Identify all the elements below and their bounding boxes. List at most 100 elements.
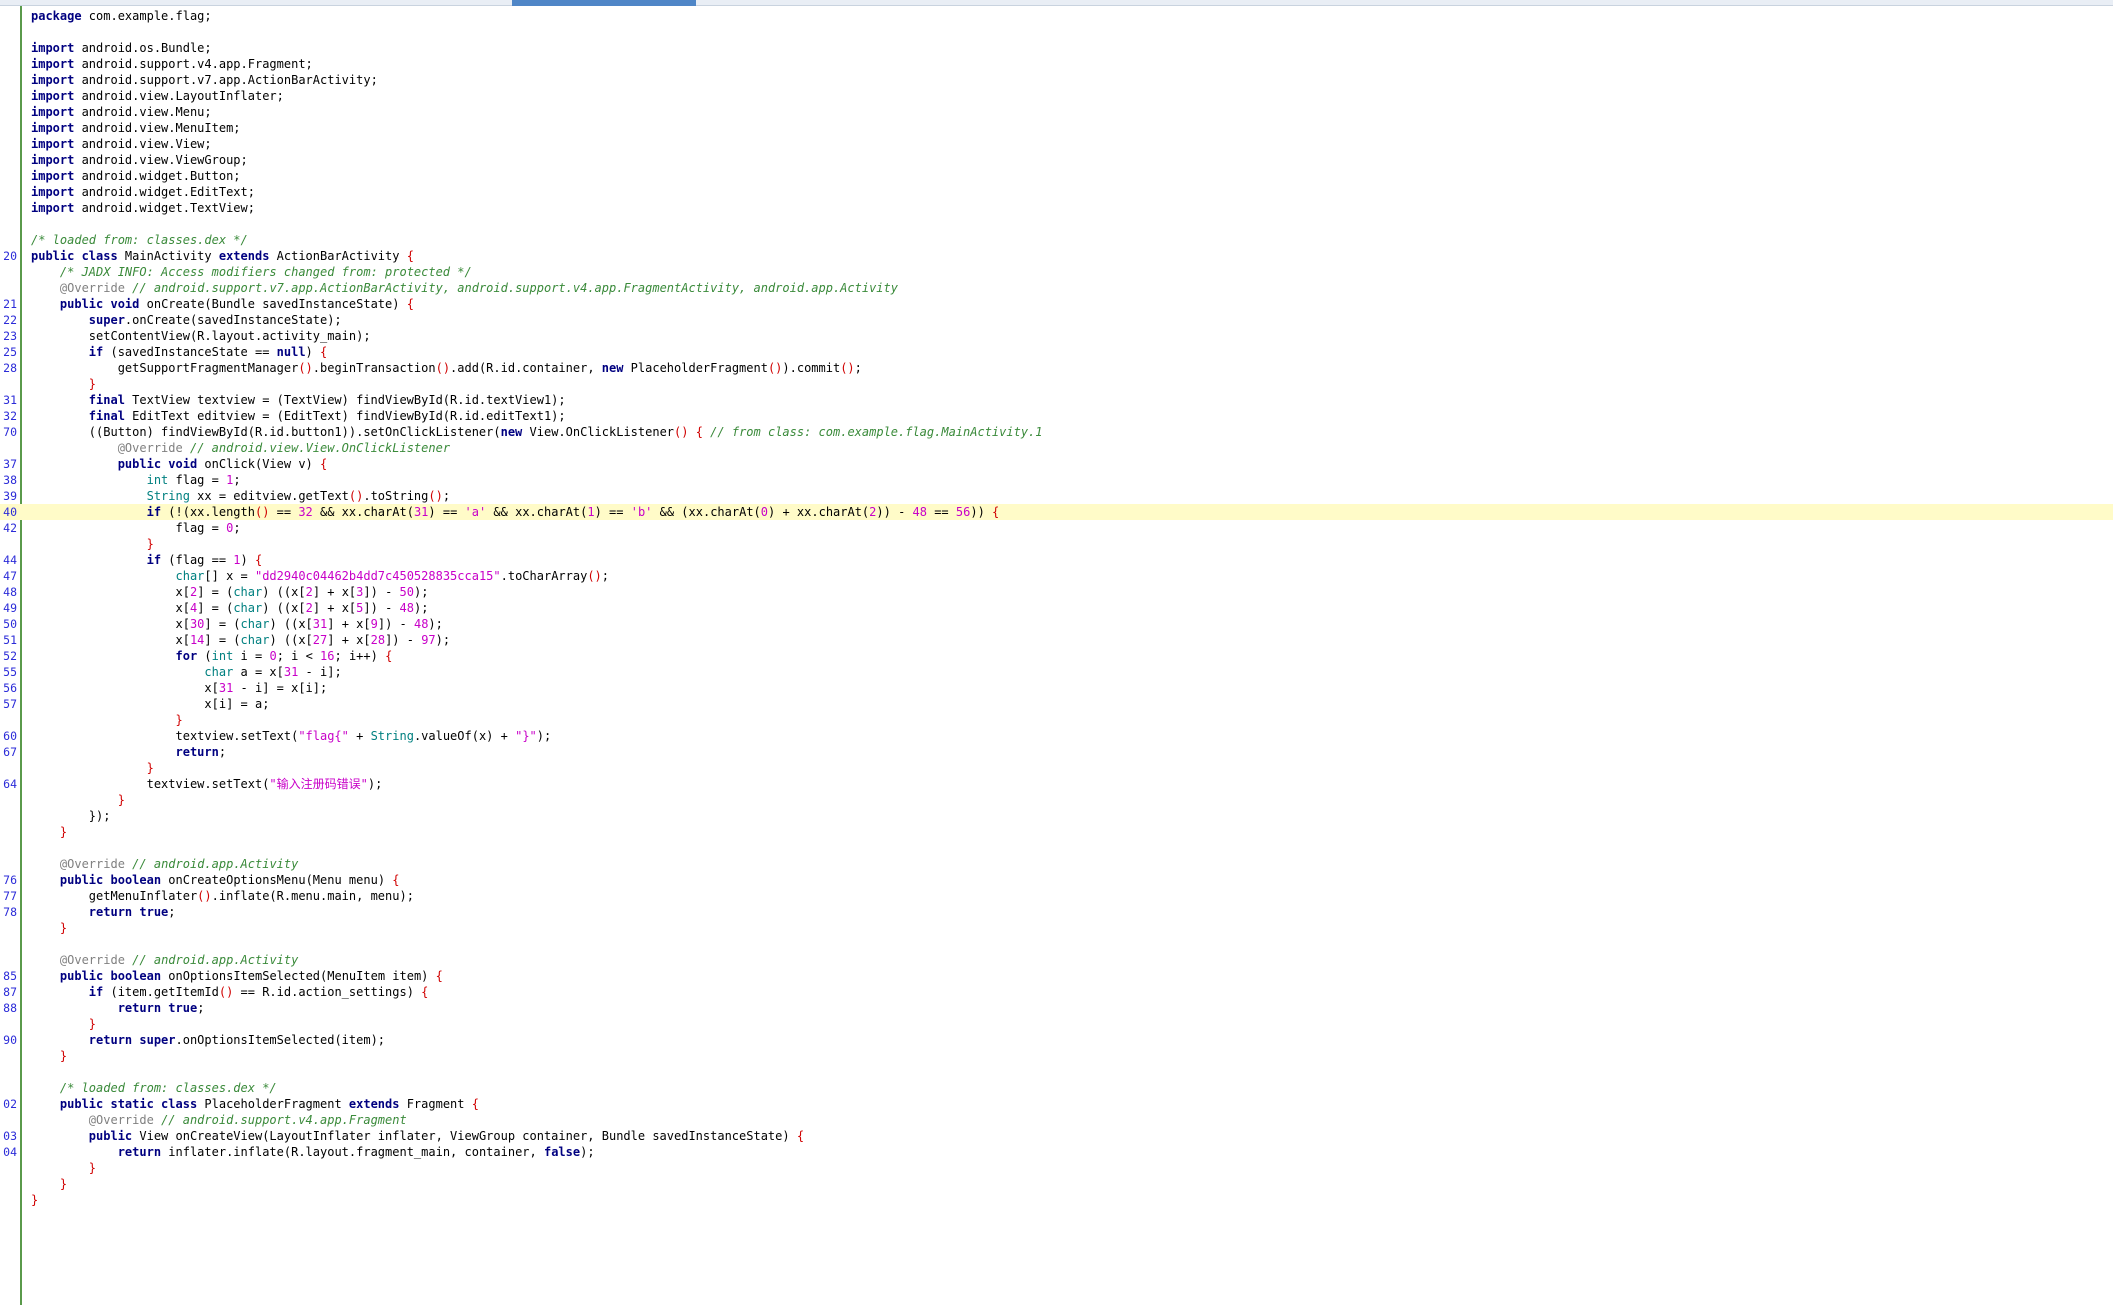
code-line[interactable]: 70 ((Button) findViewById(R.id.button1))… xyxy=(0,424,2113,440)
code-line[interactable]: 55 char a = x[31 - i]; xyxy=(0,664,2113,680)
code-line[interactable]: } xyxy=(0,760,2113,776)
code-line[interactable]: 39 String xx = editview.getText().toStri… xyxy=(0,488,2113,504)
code-token: { xyxy=(406,249,414,263)
code-line[interactable]: 38 int flag = 1; xyxy=(0,472,2113,488)
code-line[interactable] xyxy=(0,216,2113,232)
code-editor[interactable]: package com.example.flag; import android.… xyxy=(0,8,2113,1208)
code-line[interactable]: 67 return; xyxy=(0,744,2113,760)
code-line[interactable]: } xyxy=(0,376,2113,392)
code-line[interactable] xyxy=(0,936,2113,952)
code-line[interactable]: 23 setContentView(R.layout.activity_main… xyxy=(0,328,2113,344)
code-line[interactable] xyxy=(0,24,2113,40)
code-line[interactable]: 49 x[4] = (char) ((x[2] + x[5]) - 48); xyxy=(0,600,2113,616)
code-line[interactable]: 52 for (int i = 0; i < 16; i++) { xyxy=(0,648,2113,664)
code-token: 48 xyxy=(912,505,927,519)
code-line[interactable]: 78 return true; xyxy=(0,904,2113,920)
code-token: .onOptionsItemSelected(item); xyxy=(175,1033,386,1047)
code-line[interactable]: import android.view.MenuItem; xyxy=(0,120,2113,136)
code-line[interactable]: 47 char[] x = "dd2940c04462b4dd7c4505288… xyxy=(0,568,2113,584)
code-line[interactable]: 88 return true; xyxy=(0,1000,2113,1016)
code-text: final EditText editview = (EditText) fin… xyxy=(31,408,566,424)
code-line[interactable]: 90 return super.onOptionsItemSelected(it… xyxy=(0,1032,2113,1048)
code-line[interactable]: import android.os.Bundle; xyxy=(0,40,2113,56)
code-line[interactable]: import android.view.LayoutInflater; xyxy=(0,88,2113,104)
code-line[interactable]: import android.widget.Button; xyxy=(0,168,2113,184)
code-line[interactable]: } xyxy=(0,920,2113,936)
line-number: 25 xyxy=(3,345,17,359)
code-token: ) ((x[ xyxy=(262,601,306,615)
code-line[interactable]: 28 getSupportFragmentManager().beginTran… xyxy=(0,360,2113,376)
code-line[interactable]: 03 public View onCreateView(LayoutInflat… xyxy=(0,1128,2113,1144)
code-line[interactable]: import android.view.Menu; xyxy=(0,104,2113,120)
code-line[interactable]: @Override // android.view.View.OnClickLi… xyxy=(0,440,2113,456)
code-line[interactable]: 85 public boolean onOptionsItemSelected(… xyxy=(0,968,2113,984)
code-line[interactable]: import android.widget.EditText; xyxy=(0,184,2113,200)
code-line[interactable]: 56 x[31 - i] = x[i]; xyxy=(0,680,2113,696)
code-line[interactable]: 25 if (savedInstanceState == null) { xyxy=(0,344,2113,360)
code-line[interactable]: 51 x[14] = (char) ((x[27] + x[28]) - 97)… xyxy=(0,632,2113,648)
code-line[interactable]: } xyxy=(0,1192,2113,1208)
code-line[interactable]: 57 x[i] = a; xyxy=(0,696,2113,712)
code-line[interactable]: }); xyxy=(0,808,2113,824)
code-line[interactable]: } xyxy=(0,1160,2113,1176)
code-line[interactable]: /* JADX INFO: Access modifiers changed f… xyxy=(0,264,2113,280)
code-line[interactable]: /* loaded from: classes.dex */ xyxy=(0,1080,2113,1096)
code-line[interactable]: 50 x[30] = (char) ((x[31] + x[9]) - 48); xyxy=(0,616,2113,632)
code-line[interactable]: @Override // android.support.v4.app.Frag… xyxy=(0,1112,2113,1128)
code-line[interactable]: } xyxy=(0,1176,2113,1192)
code-line[interactable]: 21 public void onCreate(Bundle savedInst… xyxy=(0,296,2113,312)
code-token: import xyxy=(31,41,75,55)
code-line[interactable]: @Override // android.app.Activity xyxy=(0,856,2113,872)
horizontal-scroll-thumb[interactable] xyxy=(512,0,696,6)
code-token: .valueOf(x) + xyxy=(413,729,516,743)
code-line[interactable]: 22 super.onCreate(savedInstanceState); xyxy=(0,312,2113,328)
code-line[interactable]: 04 return inflater.inflate(R.layout.frag… xyxy=(0,1144,2113,1160)
code-line[interactable]: 40 if (!(xx.length() == 32 && xx.charAt(… xyxy=(0,504,2113,520)
code-line[interactable]: 42 flag = 0; xyxy=(0,520,2113,536)
code-line[interactable]: 32 final EditText editview = (EditText) … xyxy=(0,408,2113,424)
code-line[interactable]: 64 textview.setText("输入注册码错误"); xyxy=(0,776,2113,792)
code-token: char xyxy=(233,601,263,615)
code-text: } xyxy=(31,824,67,840)
code-token: } xyxy=(88,377,97,391)
code-line[interactable]: 77 getMenuInflater().inflate(R.menu.main… xyxy=(0,888,2113,904)
code-line[interactable]: @Override // android.support.v7.app.Acti… xyxy=(0,280,2113,296)
code-token: android.view.MenuItem; xyxy=(74,121,241,135)
code-line[interactable]: import android.view.View; xyxy=(0,136,2113,152)
code-line[interactable]: } xyxy=(0,792,2113,808)
code-line[interactable]: import android.support.v7.app.ActionBarA… xyxy=(0,72,2113,88)
code-line[interactable]: 31 final TextView textview = (TextView) … xyxy=(0,392,2113,408)
code-line[interactable]: } xyxy=(0,1016,2113,1032)
code-line[interactable] xyxy=(0,840,2113,856)
code-line[interactable]: } xyxy=(0,712,2113,728)
code-line[interactable]: 76 public boolean onCreateOptionsMenu(Me… xyxy=(0,872,2113,888)
code-line[interactable]: 48 x[2] = (char) ((x[2] + x[3]) - 50); xyxy=(0,584,2113,600)
code-line[interactable]: 37 public void onClick(View v) { xyxy=(0,456,2113,472)
code-line[interactable]: import android.support.v4.app.Fragment; xyxy=(0,56,2113,72)
code-token: 'b' xyxy=(630,505,653,519)
code-line[interactable]: } xyxy=(0,1048,2113,1064)
code-line[interactable]: 87 if (item.getItemId() == R.id.action_s… xyxy=(0,984,2113,1000)
code-line[interactable]: 02 public static class PlaceholderFragme… xyxy=(0,1096,2113,1112)
code-line[interactable]: import android.widget.TextView; xyxy=(0,200,2113,216)
code-line[interactable] xyxy=(0,1064,2113,1080)
code-token: @Override xyxy=(117,441,183,455)
code-line[interactable]: /* loaded from: classes.dex */ xyxy=(0,232,2113,248)
code-line[interactable]: package com.example.flag; xyxy=(0,8,2113,24)
code-line[interactable]: import android.view.ViewGroup; xyxy=(0,152,2113,168)
code-token: /* loaded from: classes.dex */ xyxy=(59,1081,277,1095)
code-token: public xyxy=(59,969,104,983)
line-number: 37 xyxy=(3,457,17,471)
code-line[interactable]: 20 public class MainActivity extends Acti… xyxy=(0,248,2113,264)
code-line[interactable]: 60 textview.setText("flag{" + String.val… xyxy=(0,728,2113,744)
line-number: 48 xyxy=(3,585,17,599)
code-line[interactable]: } xyxy=(0,824,2113,840)
code-text: /* loaded from: classes.dex */ xyxy=(31,232,248,248)
code-line[interactable]: 44 if (flag == 1) { xyxy=(0,552,2113,568)
code-line[interactable]: @Override // android.app.Activity xyxy=(0,952,2113,968)
code-line[interactable]: } xyxy=(0,536,2113,552)
code-text: x[4] = (char) ((x[2] + x[5]) - 48); xyxy=(31,600,428,616)
